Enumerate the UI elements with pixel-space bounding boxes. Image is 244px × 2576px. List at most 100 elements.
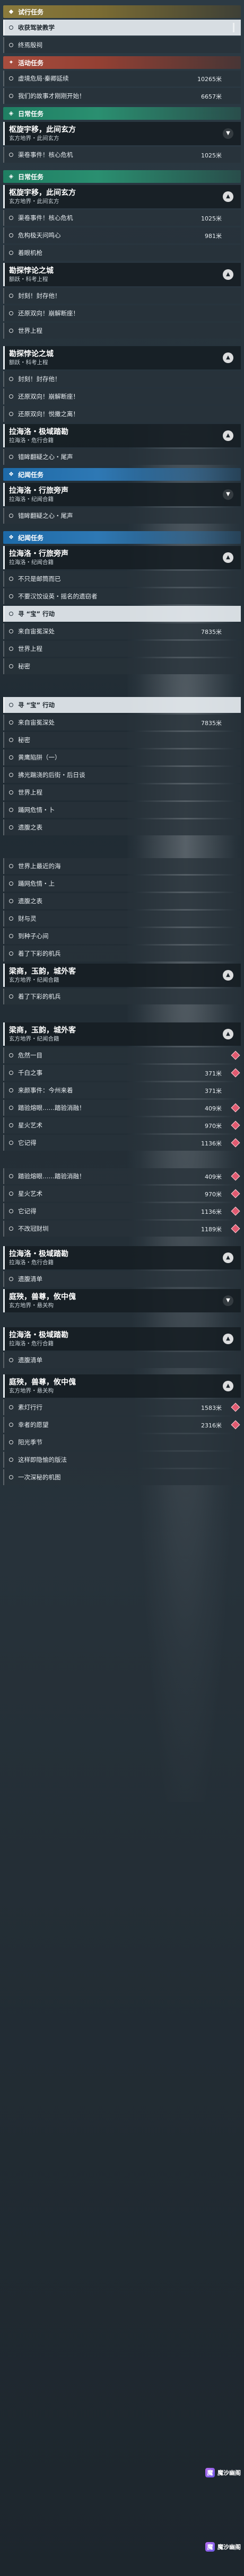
chevron-up-icon[interactable]: ▲ [223,1029,233,1039]
section-header-daily[interactable]: ◈ 日常任务 [3,107,241,120]
radio-icon [9,881,13,886]
quest-item[interactable]: 世界上程 [3,323,241,339]
quest-item[interactable]: 千白之事 371米 [3,1065,241,1081]
quest-item[interactable]: 这样即隐愉的版法 [3,1452,241,1468]
chevron-up-icon[interactable]: ▲ [223,1252,233,1263]
quest-item[interactable]: 危然一目 [3,1047,241,1063]
quest-group-header[interactable]: 勘探悖论之城 额跃・科考上程 ▲ [3,346,241,369]
quest-item[interactable]: 踏验熔眼……踏验消融！ 409米 [3,1100,241,1116]
quest-item[interactable]: 踊网危情・卜 [3,802,241,818]
chevron-up-icon[interactable]: ▲ [223,191,233,202]
quest-group-header[interactable]: 拉海洛・极域踏勘 拉海洛・危行合籍 ▲ [3,1327,241,1351]
chevron-up-icon[interactable]: ▲ [223,269,233,280]
quest-item[interactable]: 阳光季节 [3,1434,241,1450]
quest-item[interactable]: 财与灵 [3,911,241,927]
quest-group-header[interactable]: 梁商，玉韵，城外客 玄方地界・纪闻合籍 ▲ [3,1022,241,1046]
chevron-up-icon[interactable]: ▲ [223,1334,233,1344]
waypoint-gem-icon [231,1420,240,1430]
quest-item[interactable]: 终焉殷祠 [3,37,241,53]
chevron-up-icon[interactable]: ▲ [223,352,233,363]
quest-item[interactable]: 着了下彩的机兵 [3,946,241,961]
quest-item[interactable]: 着眼机枪 [3,245,241,261]
waypoint-gem-icon [231,1121,240,1130]
quest-group-header[interactable]: 庭殃，兽尊，攸中傀 玄方地界・悬关构 ▲ [3,1374,241,1398]
chevron-up-icon[interactable]: ▲ [223,1381,233,1391]
watermark-brand: 魔魔沙幽阁 [188,2465,241,2481]
quest-item[interactable]: 不要汉饺设英・摇名的遗窃者 [3,588,241,604]
quest-item[interactable]: 世界上程 [3,641,241,657]
section-header-wandering[interactable]: ❖ 纪闻任务 [3,531,241,544]
quest-item[interactable]: 寻 “宝” 行动 [3,697,241,713]
quest-item[interactable]: 踊网危情・上 [3,876,241,892]
section-header-daily[interactable]: ◈ 日常任务 [3,170,241,183]
quest-group-header[interactable]: 勘探悖论之城 额跃・科考上程 ▲ [3,263,241,286]
quest-group-header[interactable]: 庭殃，兽尊，攸中傀 玄方地界・悬关构 ▼ [3,1289,241,1312]
quest-item[interactable]: 它记得 1136米 [3,1203,241,1219]
quest-item[interactable]: 它记得 1136米 [3,1135,241,1151]
quest-item[interactable]: 拂光踹浇的后街・后日谈 [3,767,241,783]
radio-icon [9,76,13,81]
quest-item[interactable]: 遗腹清单 [3,1352,241,1368]
quest-item[interactable]: 我们的故事才刚刚开始！ 6657米 [3,88,241,104]
quest-item[interactable]: 还原双向！崩解断座！ [3,389,241,404]
quest-item[interactable]: 还原双向！悦撒之离！ [3,406,241,422]
chevron-down-icon[interactable]: ▼ [223,128,233,139]
quest-item[interactable]: 封刻！封存他！ [3,288,241,304]
quest-item[interactable]: 渠卷事件！核心危机 1025米 [3,210,241,226]
quest-item[interactable]: 不只是邮筒而已 [3,571,241,587]
quest-item[interactable]: 一次深秘的机图 [3,1469,241,1485]
quest-item[interactable]: 世界上程 [3,784,241,800]
quest-group-header[interactable]: 枢旋宇移，此间玄方 玄方地界・此间玄方 ▼ [3,122,241,145]
quest-item[interactable]: 收获驾驶教学 [3,20,241,36]
quest-item[interactable]: 来颜事件：今州来着 371米 [3,1082,241,1098]
chevron-down-icon[interactable]: ▼ [223,1295,233,1306]
quest-item[interactable]: 封刻！封存他！ [3,371,241,387]
quest-group-header[interactable]: 枢旋宇移，此间玄方 玄方地界・此间玄方 ▲ [3,185,241,208]
chevron-down-icon[interactable]: ▼ [223,489,233,500]
quest-group-header[interactable]: 拉海洛・极域踏勘 拉海洛・危行合籍 ▲ [3,1246,241,1269]
chevron-up-icon[interactable]: ▲ [223,430,233,441]
quest-item[interactable]: 着了下彩的机兵 [3,989,241,1004]
quest-item[interactable]: 秘密 [3,658,241,674]
section-header-trial[interactable]: ◆ 试行任务 [3,5,241,18]
scrollbar[interactable] [233,23,234,32]
radio-icon [9,899,13,903]
quest-group-header[interactable]: 拉海洛・极域踏勘 拉海洛・危行合籍 ▲ [3,424,241,447]
quest-item[interactable]: 寻 “宝” 行动 [3,606,241,622]
quest-item[interactable]: 世界上最近的海 [3,858,241,874]
radio-icon [9,951,13,956]
quest-item[interactable]: 遗腹之表 [3,893,241,909]
quest-item[interactable]: 到种子心间 [3,928,241,944]
quest-item[interactable]: 错眸翻疑之心・尾声 [3,449,241,465]
quest-item[interactable]: 虚境危局·秦卿延续 10265米 [3,70,241,86]
radio-icon [9,994,13,999]
quest-item[interactable]: 星火艺术 970米 [3,1117,241,1133]
radio-icon [9,394,13,399]
quest-group-header[interactable]: 拉海洛・行旅旁声 拉海洛・纪闻合籍 ▲ [3,546,241,569]
chevron-up-icon[interactable]: ▲ [223,970,233,981]
quest-item[interactable]: 秘密 [3,732,241,748]
radio-icon [9,94,13,98]
quest-item[interactable]: 星火艺术 970米 [3,1186,241,1202]
quest-group-header[interactable]: 梁商，玉韵，城外客 玄方地界・纪闻合籍 ▲ [3,964,241,987]
quest-item[interactable]: 遗腹之表 [3,819,241,835]
quest-item[interactable]: 素灯行行 1583米 [3,1399,241,1415]
quest-item[interactable]: 来自宙冕深处 7835米 [3,714,241,730]
chevron-up-icon[interactable]: ▲ [223,552,233,563]
quest-group-header[interactable]: 拉海洛・行旅旁声 拉海洛・纪闻合籍 ▼ [3,483,241,506]
quest-item[interactable]: 来自宙冕深处 7835米 [3,623,241,639]
quest-item[interactable]: 错眸翻疑之心・尾声 [3,508,241,524]
quest-item[interactable]: 黄鹰陷阱（一） [3,749,241,765]
radio-icon [9,720,13,725]
section-header-event[interactable]: ✦ 活动任务 [3,56,241,69]
radio-icon [9,153,13,157]
quest-item[interactable]: 渠卷事件！核心危机 1025米 [3,147,241,163]
radio-icon [9,233,13,237]
quest-item[interactable]: 还原双向！崩解断座！ [3,305,241,321]
quest-item[interactable]: 踏验熔眼……踏验消融！ 409米 [3,1168,241,1184]
quest-item[interactable]: 不改冠财圳 1189米 [3,1221,241,1237]
section-header-wandering[interactable]: ❖ 纪闻任务 [3,468,241,481]
quest-item[interactable]: 危构极天问鸣心 981米 [3,227,241,243]
quest-item[interactable]: 遗腹清单 [3,1271,241,1287]
quest-item[interactable]: 幸者的愿望 2316米 [3,1417,241,1433]
